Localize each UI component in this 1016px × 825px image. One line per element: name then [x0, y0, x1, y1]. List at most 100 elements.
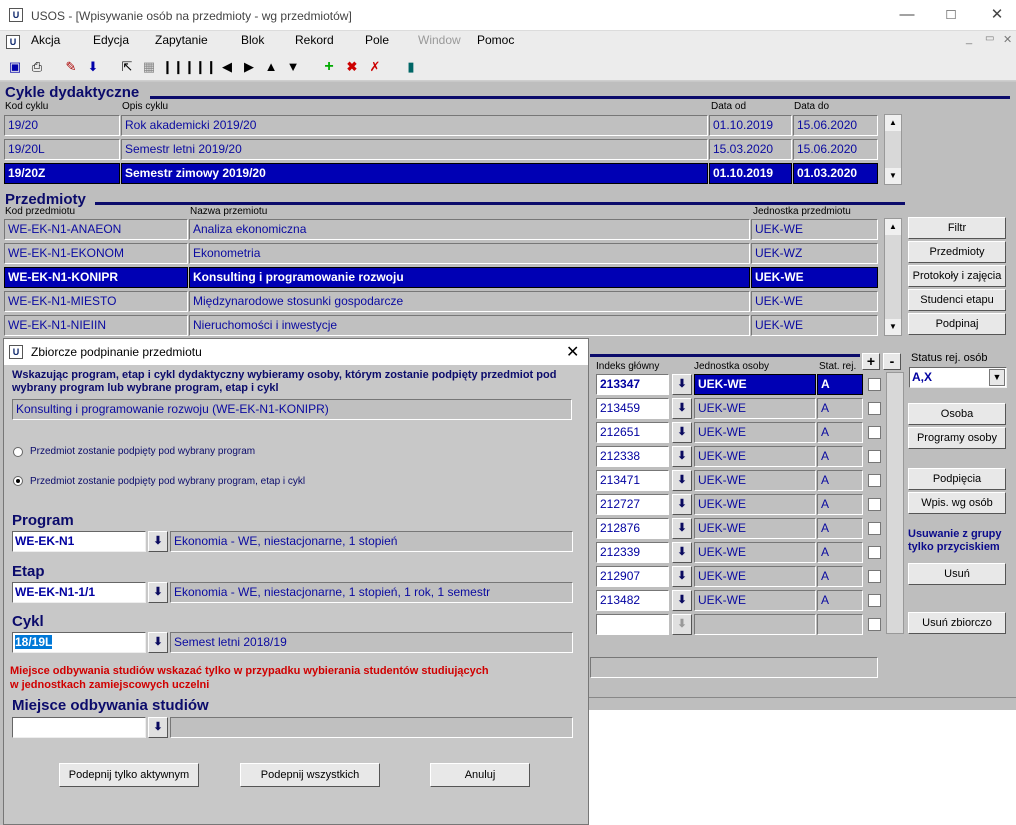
etap-input[interactable]: WE-EK-N1-1/1: [12, 582, 146, 603]
menu-edycja[interactable]: Edycja: [93, 33, 129, 47]
radio-program[interactable]: [13, 447, 23, 457]
osoba-checkbox[interactable]: [868, 570, 881, 583]
osoba-indeks[interactable]: 213347: [596, 374, 669, 395]
cykl-opis[interactable]: Semestr letni 2019/20: [121, 139, 708, 160]
przedmiot-nazwa[interactable]: Konsulting i programowanie rozwoju: [189, 267, 750, 288]
osoba-indeks[interactable]: 212876: [596, 518, 669, 539]
download-icon[interactable]: ⬇: [84, 58, 102, 76]
radio-program-etap-cykl[interactable]: [13, 476, 23, 486]
osoba-jednostka[interactable]: UEK-WE: [694, 494, 816, 515]
insert-record-icon[interactable]: +: [320, 58, 338, 76]
studenci-etapu-button[interactable]: Studenci etapu: [908, 289, 1006, 311]
scroll-up-icon[interactable]: ▲: [885, 115, 901, 131]
przedmiot-nazwa[interactable]: Nieruchomości i inwestycje: [189, 315, 750, 336]
osoba-indeks[interactable]: 212651: [596, 422, 669, 443]
miejsce-lov-icon[interactable]: ⬇: [148, 717, 168, 738]
osoba-jednostka[interactable]: UEK-WE: [694, 374, 816, 395]
przedmiot-kod[interactable]: WE-EK-N1-NIEIIN: [4, 315, 188, 336]
menu-blok[interactable]: Blok: [241, 33, 264, 47]
osoba-indeks[interactable]: 212727: [596, 494, 669, 515]
mdi-restore-icon[interactable]: ▭: [985, 33, 994, 44]
osoba-jednostka[interactable]: UEK-WE: [694, 446, 816, 467]
przedmiot-jednostka[interactable]: UEK-WZ: [751, 243, 878, 264]
add-row-button[interactable]: +: [862, 353, 880, 370]
osoba-indeks[interactable]: 212338: [596, 446, 669, 467]
przedmiot-nazwa[interactable]: Ekonometria: [189, 243, 750, 264]
przedmiot-jednostka[interactable]: UEK-WE: [751, 219, 878, 240]
filtr-button[interactable]: Filtr: [908, 217, 1006, 239]
osoba-indeks[interactable]: 212907: [596, 566, 669, 587]
prev-block-icon[interactable]: ◀: [218, 58, 236, 76]
osoba-jednostka[interactable]: UEK-WE: [694, 398, 816, 419]
radio-program-label[interactable]: Przedmiot zostanie podpięty pod wybrany …: [30, 446, 255, 457]
przedmiot-nazwa[interactable]: Międzynarodowe stosunki gospodarcze: [189, 291, 750, 312]
cykl-data-od[interactable]: 01.10.2019: [709, 163, 792, 184]
menu-pole[interactable]: Pole: [365, 33, 389, 47]
osoba-stat[interactable]: A: [817, 590, 863, 611]
maximize-icon[interactable]: □: [936, 6, 966, 24]
anuluj-button[interactable]: Anuluj: [430, 763, 530, 787]
osoba-indeks[interactable]: 213482: [596, 590, 669, 611]
radio-program-etap-cykl-label[interactable]: Przedmiot zostanie podpięty pod wybrany …: [30, 476, 305, 487]
delete-record-icon[interactable]: ✖: [343, 58, 361, 76]
lov-download-icon[interactable]: ⬇: [672, 542, 692, 563]
osoba-checkbox[interactable]: [868, 426, 881, 439]
osoba-button[interactable]: Osoba: [908, 403, 1006, 425]
exit-icon[interactable]: ▮: [402, 58, 420, 76]
print-icon[interactable]: ⎙: [28, 58, 46, 76]
cykl-kod[interactable]: 19/20Z: [4, 163, 120, 184]
podepnij-wszystkich-button[interactable]: Podepnij wszystkich: [240, 763, 380, 787]
edit-pencil-icon[interactable]: ✎: [62, 58, 80, 76]
lov-download-icon[interactable]: ⬇: [672, 446, 692, 467]
osoba-stat[interactable]: A: [817, 542, 863, 563]
clear-record-icon[interactable]: ✗: [366, 58, 384, 76]
osoba-jednostka[interactable]: UEK-WE: [694, 590, 816, 611]
przedmiot-kod[interactable]: WE-EK-N1-KONIPR: [4, 267, 188, 288]
save-icon[interactable]: ▣: [6, 58, 24, 76]
osoby-scrollbar[interactable]: [886, 372, 904, 634]
lov-download-icon[interactable]: ⬇: [672, 398, 692, 419]
cykl-opis[interactable]: Rok akademicki 2019/20: [121, 115, 708, 136]
przedmiot-jednostka[interactable]: UEK-WE: [751, 267, 878, 288]
osoba-stat[interactable]: A: [817, 518, 863, 539]
osoba-indeks-empty[interactable]: [596, 614, 669, 635]
osoba-stat[interactable]: A: [817, 470, 863, 491]
lov-download-icon[interactable]: ⬇: [672, 494, 692, 515]
cykl-data-od[interactable]: 15.03.2020: [709, 139, 792, 160]
osoba-checkbox[interactable]: [868, 474, 881, 487]
minimize-icon[interactable]: —: [892, 6, 922, 24]
menu-zapytanie[interactable]: Zapytanie: [155, 33, 208, 47]
program-lov-icon[interactable]: ⬇: [148, 531, 168, 552]
cykl-data-od[interactable]: 01.10.2019: [709, 115, 792, 136]
count-icon[interactable]: ❙❙: [162, 58, 184, 76]
cykl-data-do[interactable]: 15.06.2020: [793, 139, 878, 160]
osoba-jednostka[interactable]: UEK-WE: [694, 566, 816, 587]
lov-download-icon[interactable]: ⬇: [672, 374, 692, 395]
podpinaj-button[interactable]: Podpinaj: [908, 313, 1006, 335]
lov-download-icon[interactable]: ⬇: [672, 518, 692, 539]
osoba-stat[interactable]: A: [817, 398, 863, 419]
query-enter-icon[interactable]: ⇱: [118, 58, 136, 76]
cykl-data-do[interactable]: 15.06.2020: [793, 115, 878, 136]
lov-download-icon[interactable]: ⬇: [672, 470, 692, 491]
miejsce-input[interactable]: [12, 717, 146, 738]
przedmiot-kod[interactable]: WE-EK-N1-ANAEON: [4, 219, 188, 240]
etap-lov-icon[interactable]: ⬇: [148, 582, 168, 603]
podepnij-aktywnym-button[interactable]: Podepnij tylko aktywnym: [59, 763, 199, 787]
osoba-checkbox[interactable]: [868, 594, 881, 607]
next-block-icon[interactable]: ▶: [240, 58, 258, 76]
osoba-indeks[interactable]: 213471: [596, 470, 669, 491]
cykl-data-do[interactable]: 01.03.2020: [793, 163, 878, 184]
osoba-stat[interactable]: A: [817, 566, 863, 587]
cykle-scrollbar[interactable]: ▲ ▼: [884, 114, 902, 185]
osoba-indeks[interactable]: 213459: [596, 398, 669, 419]
lov-download-icon[interactable]: ⬇: [672, 590, 692, 611]
osoba-checkbox[interactable]: [868, 522, 881, 535]
osoba-indeks[interactable]: 212339: [596, 542, 669, 563]
lov-download-icon[interactable]: ⬇: [672, 566, 692, 587]
cykl-opis[interactable]: Semestr zimowy 2019/20: [121, 163, 708, 184]
osoba-stat-empty[interactable]: [817, 614, 863, 635]
close-icon[interactable]: ✕: [982, 6, 1012, 24]
wpis-wg-osob-button[interactable]: Wpis. wg osób: [908, 492, 1006, 514]
przedmiot-kod[interactable]: WE-EK-N1-EKONOM: [4, 243, 188, 264]
